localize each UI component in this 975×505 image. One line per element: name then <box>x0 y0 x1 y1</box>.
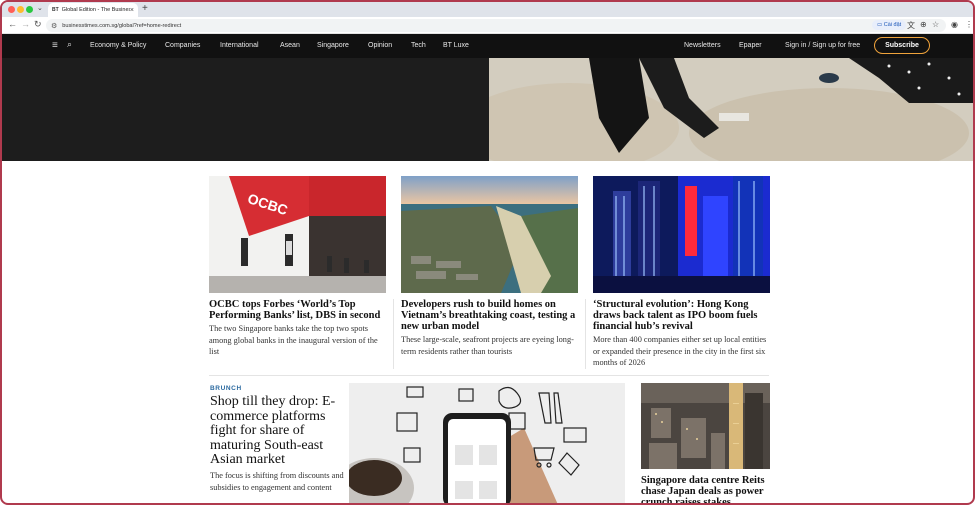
url-text: businesstimes.com.sg/global?ref=home-red… <box>62 22 182 29</box>
minimize-window-dot[interactable] <box>17 6 24 13</box>
nav-newsletters[interactable]: Newsletters <box>684 42 721 49</box>
article-3-image[interactable] <box>593 176 770 293</box>
hamburger-menu-icon[interactable]: ≡ <box>52 40 58 51</box>
hong-kong-skyline-photo <box>593 176 770 293</box>
nav-tech[interactable]: Tech <box>411 42 426 49</box>
hero-image[interactable] <box>489 58 973 161</box>
japan-city-photo <box>641 383 770 469</box>
feature-summary: The focus is shifting from discounts and… <box>210 471 344 492</box>
nav-companies[interactable]: Companies <box>165 42 200 49</box>
article-2-summary: These large-scale, seafront projects are… <box>401 335 574 356</box>
forward-icon[interactable]: → <box>21 19 30 29</box>
install-app-button[interactable]: ▭ Cài đặt <box>872 20 907 30</box>
article-3-summary: More than 400 companies either set up lo… <box>593 335 767 367</box>
vietnam-coast-photo <box>401 176 578 293</box>
side-story-image[interactable] <box>641 383 770 469</box>
install-label: Cài đặt <box>883 22 902 28</box>
profile-icon[interactable]: ◉ <box>951 20 958 29</box>
tab-favicon: BT <box>52 7 59 13</box>
nav-singapore[interactable]: Singapore <box>317 42 349 49</box>
reload-icon[interactable]: ↻ <box>34 19 42 30</box>
nav-economy-policy[interactable]: Economy & Policy <box>90 42 146 49</box>
bookmark-star-icon[interactable]: ☆ <box>932 20 939 29</box>
side-story-headline[interactable]: Singapore data centre Reits chase Japan … <box>641 475 773 503</box>
column-divider <box>393 299 394 369</box>
hero-photo <box>489 58 973 161</box>
browser-window: ⌄ BT Global Edition - The Business × + ←… <box>0 0 975 505</box>
sign-in-link[interactable]: Sign in / Sign up for free <box>785 42 860 49</box>
address-bar[interactable]: ⚙ businesstimes.com.sg/global?ref=home-r… <box>46 19 946 32</box>
nav-epaper[interactable]: Epaper <box>739 42 762 49</box>
article-2-headline[interactable]: Developers rush to build homes on Vietna… <box>401 299 578 332</box>
feature-headline[interactable]: Shop till they drop: E-commerce platform… <box>210 394 345 468</box>
nav-bt-luxe[interactable]: BT Luxe <box>443 42 469 49</box>
search-icon[interactable]: ⌕ <box>67 39 72 50</box>
section-kicker[interactable]: BRUNCH <box>210 385 242 392</box>
article-1-image[interactable]: OCBC <box>209 176 386 293</box>
browser-toolbar: ← → ↻ ⚙ businesstimes.com.sg/global?ref=… <box>2 17 973 34</box>
zoom-window-dot[interactable] <box>26 6 33 13</box>
section-divider <box>209 375 769 376</box>
translate-icon[interactable]: 文 <box>907 20 915 31</box>
article-2-image[interactable] <box>401 176 578 293</box>
close-window-dot[interactable] <box>8 6 15 13</box>
feature-image[interactable] <box>349 383 625 503</box>
close-tab-icon[interactable]: × <box>130 7 134 14</box>
article-1-summary: The two Singapore banks take the top two… <box>209 324 378 356</box>
article-3-headline[interactable]: ‘Structural evolution’: Hong Kong draws … <box>593 299 770 332</box>
tab-search-icon[interactable]: ⌄ <box>37 4 43 12</box>
hero-dark-panel <box>2 58 489 161</box>
site-navigation: ≡ ⌕ Economy & Policy Companies Internati… <box>2 34 973 58</box>
new-tab-icon[interactable]: + <box>142 3 148 14</box>
nav-opinion[interactable]: Opinion <box>368 42 392 49</box>
nav-asean[interactable]: Asean <box>280 42 300 49</box>
back-icon[interactable]: ← <box>8 19 17 29</box>
column-divider <box>585 299 586 369</box>
menu-dots-icon[interactable]: ⋮ <box>965 20 973 29</box>
site-info-icon[interactable]: ⚙ <box>51 22 57 30</box>
article-1-headline[interactable]: OCBC tops Forbes ‘World’s Top Performing… <box>209 299 386 321</box>
zoom-icon[interactable]: ⊕ <box>920 20 927 29</box>
nav-international[interactable]: International <box>220 42 259 49</box>
browser-tab[interactable]: BT Global Edition - The Business × <box>48 3 138 17</box>
ocbc-building-photo: OCBC <box>209 176 386 293</box>
shopping-phone-illustration <box>349 383 625 503</box>
tab-strip: ⌄ BT Global Edition - The Business × + <box>2 2 973 17</box>
tab-title: Global Edition - The Business <box>61 7 130 13</box>
subscribe-button[interactable]: Subscribe <box>874 37 930 54</box>
